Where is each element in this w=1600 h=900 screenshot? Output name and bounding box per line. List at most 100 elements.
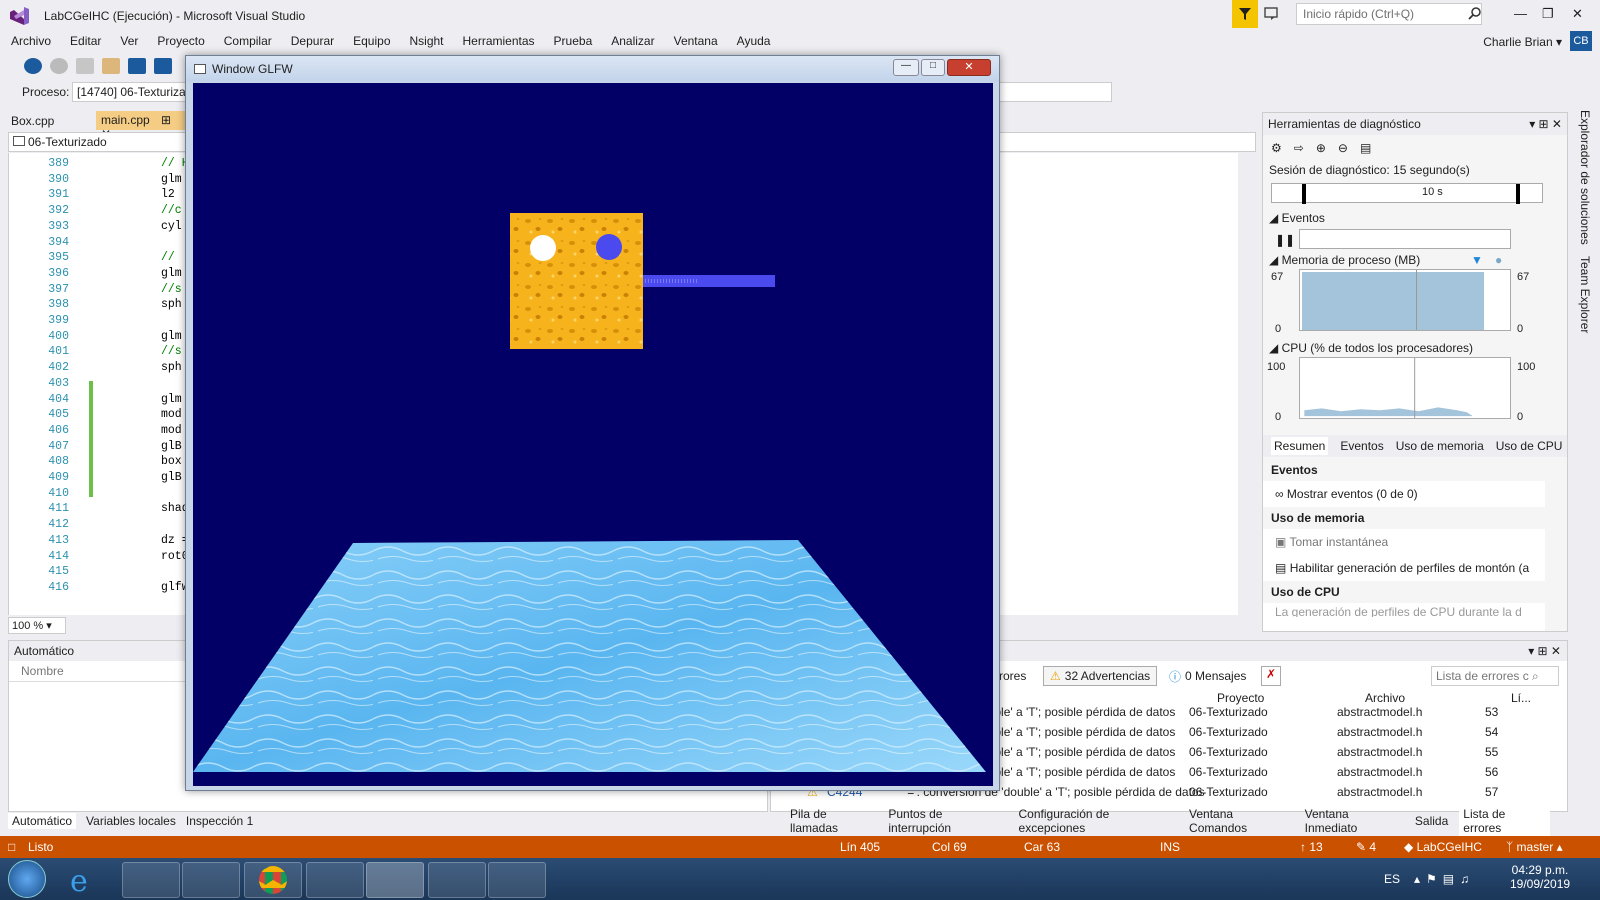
code-line[interactable]: glm	[161, 393, 182, 406]
paint-taskbar-icon[interactable]	[428, 862, 486, 898]
menu-prueba[interactable]: Prueba	[554, 34, 593, 48]
glfw-window[interactable]: Window GLFW — □ ✕	[185, 55, 1000, 791]
code-line[interactable]: //c	[161, 204, 182, 217]
error-description[interactable]: ouble' a 'T'; posible pérdida de datos	[981, 725, 1175, 739]
show-events-link[interactable]: ∞ Mostrar eventos (0 de 0)	[1263, 481, 1545, 507]
restore-button[interactable]: ❐	[1542, 6, 1554, 22]
menu-ayuda[interactable]: Ayuda	[737, 34, 771, 48]
cpu-chart[interactable]	[1299, 357, 1511, 419]
menu-equipo[interactable]: Equipo	[353, 34, 390, 48]
export-icon[interactable]: ⇨	[1294, 141, 1304, 155]
glfw-minimize-button[interactable]: —	[893, 59, 919, 76]
code-line[interactable]: glm	[161, 267, 182, 280]
code-line[interactable]: l2	[161, 188, 175, 201]
menu-archivo[interactable]: Archivo	[11, 34, 51, 48]
error-line[interactable]: 57	[1485, 785, 1498, 799]
back-icon[interactable]	[24, 58, 42, 74]
code-line[interactable]: glm	[161, 330, 182, 343]
col-line[interactable]: Lí...	[1511, 691, 1531, 705]
glfw-maximize-button[interactable]: □	[921, 59, 945, 76]
save-icon[interactable]	[128, 58, 146, 74]
memory-chart[interactable]	[1299, 269, 1511, 331]
error-line[interactable]: 53	[1485, 705, 1498, 719]
panel-options-icon[interactable]: ▾ ⊞ ✕	[1529, 117, 1562, 131]
tab-config-excepciones[interactable]: Configuración de excepciones	[1019, 807, 1179, 835]
menu-analizar[interactable]: Analizar	[611, 34, 654, 48]
take-snapshot-button[interactable]: ▣ Tomar instantánea	[1263, 529, 1545, 555]
internet-explorer-icon[interactable]: e	[70, 864, 88, 899]
error-file[interactable]: abstractmodel.h	[1337, 765, 1422, 779]
tab-uso-cpu[interactable]: Uso de CPU	[1496, 439, 1563, 453]
error-project[interactable]: 06-Texturizado	[1189, 765, 1268, 779]
code-line[interactable]: //s	[161, 283, 182, 296]
code-line[interactable]: glB	[161, 440, 182, 453]
events-track[interactable]	[1299, 229, 1511, 249]
pause-icon[interactable]: ❚❚	[1275, 233, 1295, 247]
zoom-out-icon[interactable]: ⊖	[1338, 141, 1348, 155]
settings-icon[interactable]: ⚙	[1271, 141, 1282, 155]
menu-proyecto[interactable]: Proyecto	[157, 34, 204, 48]
menu-editar[interactable]: Editar	[70, 34, 101, 48]
code-line[interactable]: glB	[161, 471, 182, 484]
errors-filter-button[interactable]: rores	[999, 669, 1026, 683]
menu-compilar[interactable]: Compilar	[224, 34, 272, 48]
search-icon[interactable]	[1468, 6, 1482, 20]
tab-variables-locales[interactable]: Variables locales	[86, 814, 176, 828]
error-search-input[interactable]: Lista de errores c ⌕	[1431, 666, 1559, 686]
close-button[interactable]: ✕	[1572, 6, 1583, 22]
tray-icons[interactable]: ▴⚑▤♫	[1414, 872, 1475, 886]
error-file[interactable]: abstractmodel.h	[1337, 725, 1422, 739]
menu-herramientas[interactable]: Herramientas	[463, 34, 535, 48]
code-line[interactable]: mod	[161, 408, 182, 421]
code-line[interactable]: mod	[161, 424, 182, 437]
tab-salida[interactable]: Salida	[1415, 814, 1448, 828]
code-line[interactable]: box	[161, 455, 182, 468]
status-repo[interactable]: ◆ LabCGeIHC	[1404, 840, 1482, 854]
code-line[interactable]: //	[161, 251, 175, 264]
warnings-filter-button[interactable]: ⚠ 32 Advertencias	[1043, 666, 1158, 686]
error-description[interactable]: ouble' a 'T'; posible pérdida de datos	[981, 705, 1175, 719]
memory-section-label[interactable]: ◢ Memoria de proceso (MB) ▼ ●	[1263, 251, 1563, 269]
solution-explorer-tab[interactable]: Explorador de soluciones	[1574, 110, 1592, 250]
zoom-select[interactable]: 100 % ▾	[8, 617, 66, 634]
error-file[interactable]: abstractmodel.h	[1337, 705, 1422, 719]
glfw-title-bar[interactable]: Window GLFW — □ ✕	[186, 56, 999, 82]
minimize-button[interactable]: —	[1514, 6, 1527, 21]
code-line[interactable]: sph	[161, 361, 182, 374]
glfw-taskbar-icon[interactable]	[488, 862, 546, 898]
save-all-icon[interactable]	[154, 58, 172, 74]
avatar[interactable]: CB	[1570, 31, 1592, 51]
code-line[interactable]: //s	[161, 345, 182, 358]
quick-launch-input[interactable]: Inicio rápido (Ctrl+Q)	[1296, 3, 1482, 25]
error-file[interactable]: abstractmodel.h	[1337, 745, 1422, 759]
tab-automatico[interactable]: Automático	[8, 813, 77, 829]
error-project[interactable]: 06-Texturizado	[1189, 705, 1268, 719]
menu-depurar[interactable]: Depurar	[291, 34, 334, 48]
heap-profiling-button[interactable]: ▤ Habilitar generación de perfiles de mo…	[1263, 555, 1545, 581]
error-project[interactable]: 06-Texturizado	[1189, 725, 1268, 739]
menu-ver[interactable]: Ver	[120, 34, 138, 48]
tab-inspeccion[interactable]: Inspección 1	[186, 814, 253, 828]
user-name[interactable]: Charlie Brian ▾	[1483, 35, 1562, 49]
media-player-taskbar-icon[interactable]	[182, 862, 240, 898]
tab-uso-memoria[interactable]: Uso de memoria	[1396, 439, 1484, 453]
col-project[interactable]: Proyecto	[1217, 691, 1264, 705]
chart-icon[interactable]: ▤	[1360, 141, 1371, 155]
notifications-icon[interactable]	[1264, 6, 1282, 22]
tab-ventana-inmediato[interactable]: Ventana Inmediato	[1305, 807, 1404, 835]
git-taskbar-icon[interactable]	[306, 862, 364, 898]
status-push[interactable]: ↑ 13	[1300, 840, 1323, 854]
tab-ventana-comandos[interactable]: Ventana Comandos	[1189, 807, 1294, 835]
code-line[interactable]: glm	[161, 173, 182, 186]
explorer-taskbar-icon[interactable]	[122, 862, 180, 898]
col-file[interactable]: Archivo	[1365, 691, 1405, 705]
code-line[interactable]: sph	[161, 298, 182, 311]
start-button[interactable]	[8, 860, 46, 898]
error-description[interactable]: ouble' a 'T'; posible pérdida de datos	[981, 765, 1175, 779]
error-line[interactable]: 55	[1485, 745, 1498, 759]
forward-icon[interactable]	[50, 58, 68, 74]
status-branch[interactable]: ᛉ master ▴	[1506, 840, 1563, 854]
pin-icon[interactable]: ⊞	[161, 113, 171, 127]
language-indicator[interactable]: ES	[1384, 872, 1400, 886]
open-folder-icon[interactable]	[102, 58, 120, 74]
